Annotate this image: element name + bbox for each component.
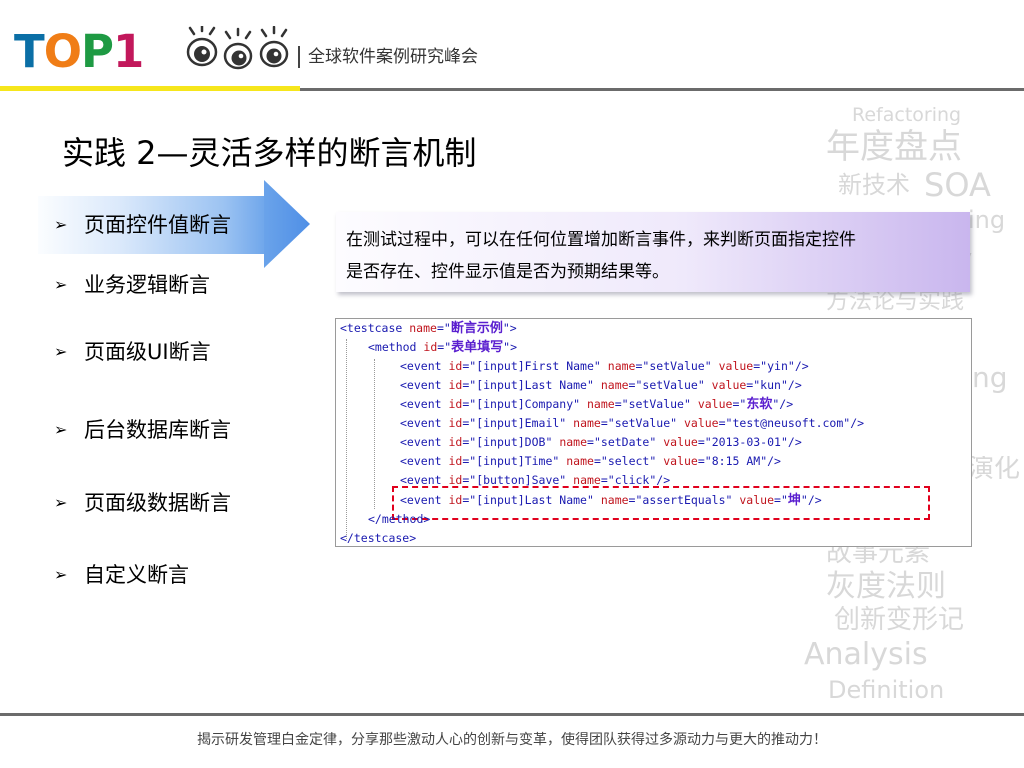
watermark-word: 演化: [968, 456, 1021, 482]
xml-code-sample: <testcase name="断言示例"> <method id="表单填写"…: [335, 318, 972, 547]
logo-letter-p: P: [80, 25, 114, 78]
bullet-arrow-icon: ➢: [54, 275, 68, 294]
callout-line-2: 是否存在、控件显示值是否为预期结果等。: [346, 262, 669, 282]
bullet-label: 页面级数据断言: [84, 491, 231, 515]
code-line-event: <event id="[input]First Name" name="setV…: [400, 359, 809, 373]
watermark-word: ng: [972, 361, 1008, 394]
code-line-event: <event id="[input]Time" name="select" va…: [400, 454, 781, 468]
arrow-right-icon: [264, 180, 310, 268]
code-line-event: <event id="[input]Email" name="setValue"…: [400, 416, 865, 430]
logo-letter-t: T: [14, 25, 45, 78]
bullet-item-custom-assert[interactable]: ➢ 自定义断言: [54, 562, 189, 588]
watermark-word: 创新变形记: [834, 605, 965, 635]
footer-divider: [0, 713, 1024, 716]
bullet-label: 页面级UI断言: [84, 340, 211, 364]
header-divider: [300, 88, 1024, 91]
logo-letter-1: 1: [112, 25, 144, 78]
bullet-item-business-logic-assert[interactable]: ➢ 业务逻辑断言: [54, 272, 210, 298]
code-line-event: <event id="[input]Company" name="setValu…: [400, 397, 794, 412]
watermark-word: Refactoring: [852, 104, 962, 126]
bullet-arrow-icon: ➢: [54, 493, 68, 512]
header-accent-bar: [0, 86, 300, 91]
watermark-word: 新技术: [838, 171, 910, 199]
description-callout: 在测试过程中，可以在任何位置增加断言事件，来判断页面指定控件 是否存在、控件显示…: [336, 212, 970, 292]
bullet-label: 业务逻辑断言: [84, 273, 210, 297]
watermark-word: 方法论与实践: [826, 288, 964, 314]
bullet-arrow-icon: ➢: [54, 342, 68, 361]
callout-line-1: 在测试过程中，可以在任何位置增加断言事件，来判断页面指定控件: [346, 230, 856, 250]
watermark-word: SOA: [924, 166, 991, 204]
watermark-word: Definition: [828, 676, 945, 704]
code-line-assert-event: <event id="[input]Last Name" name="asser…: [400, 493, 822, 508]
bullet-label: 后台数据库断言: [84, 418, 231, 442]
code-line-method-close: </method>: [368, 512, 431, 526]
conference-subtitle: 全球软件案例研究峰会: [298, 46, 478, 68]
watermark-word: Analysis: [804, 637, 928, 672]
code-line-event: <event id="[input]Last Name" name="setVa…: [400, 378, 802, 392]
bullet-label: 页面控件值断言: [84, 213, 231, 237]
bullet-item-control-value-assert[interactable]: ➢ 页面控件值断言: [54, 212, 231, 238]
watermark-word: 灰度法则: [826, 569, 946, 604]
logo-eyes-icon: [186, 26, 289, 70]
bullet-item-page-data-assert[interactable]: ➢ 页面级数据断言: [54, 490, 231, 516]
top1-logo: T O P 1: [14, 25, 145, 78]
logo-letter-o: O: [43, 25, 82, 78]
code-line-testcase-open: <testcase name="断言示例">: [340, 321, 517, 336]
slide-title: 实践 2—灵活多样的断言机制: [62, 134, 477, 172]
indent-guide: [346, 339, 347, 539]
footer-tagline: 揭示研发管理白金定律，分享那些激动人心的创新与变革，使得团队获得过多源动力与更大…: [197, 732, 827, 748]
bullet-item-backend-db-assert[interactable]: ➢ 后台数据库断言: [54, 417, 231, 443]
bullet-arrow-icon: ➢: [54, 420, 68, 439]
code-line-method-open: <method id="表单填写">: [368, 340, 518, 355]
bullet-arrow-icon: ➢: [54, 215, 68, 234]
indent-guide: [374, 359, 375, 509]
watermark-word: 年度盘点: [826, 127, 962, 167]
code-line-testcase-close: </testcase>: [340, 531, 417, 545]
code-line-event: <event id="[input]DOB" name="setDate" va…: [400, 435, 802, 449]
watermark-word: ing: [968, 206, 1006, 234]
bullet-item-page-ui-assert[interactable]: ➢ 页面级UI断言: [54, 339, 211, 365]
bullet-arrow-icon: ➢: [54, 565, 68, 584]
bullet-label: 自定义断言: [84, 563, 189, 587]
